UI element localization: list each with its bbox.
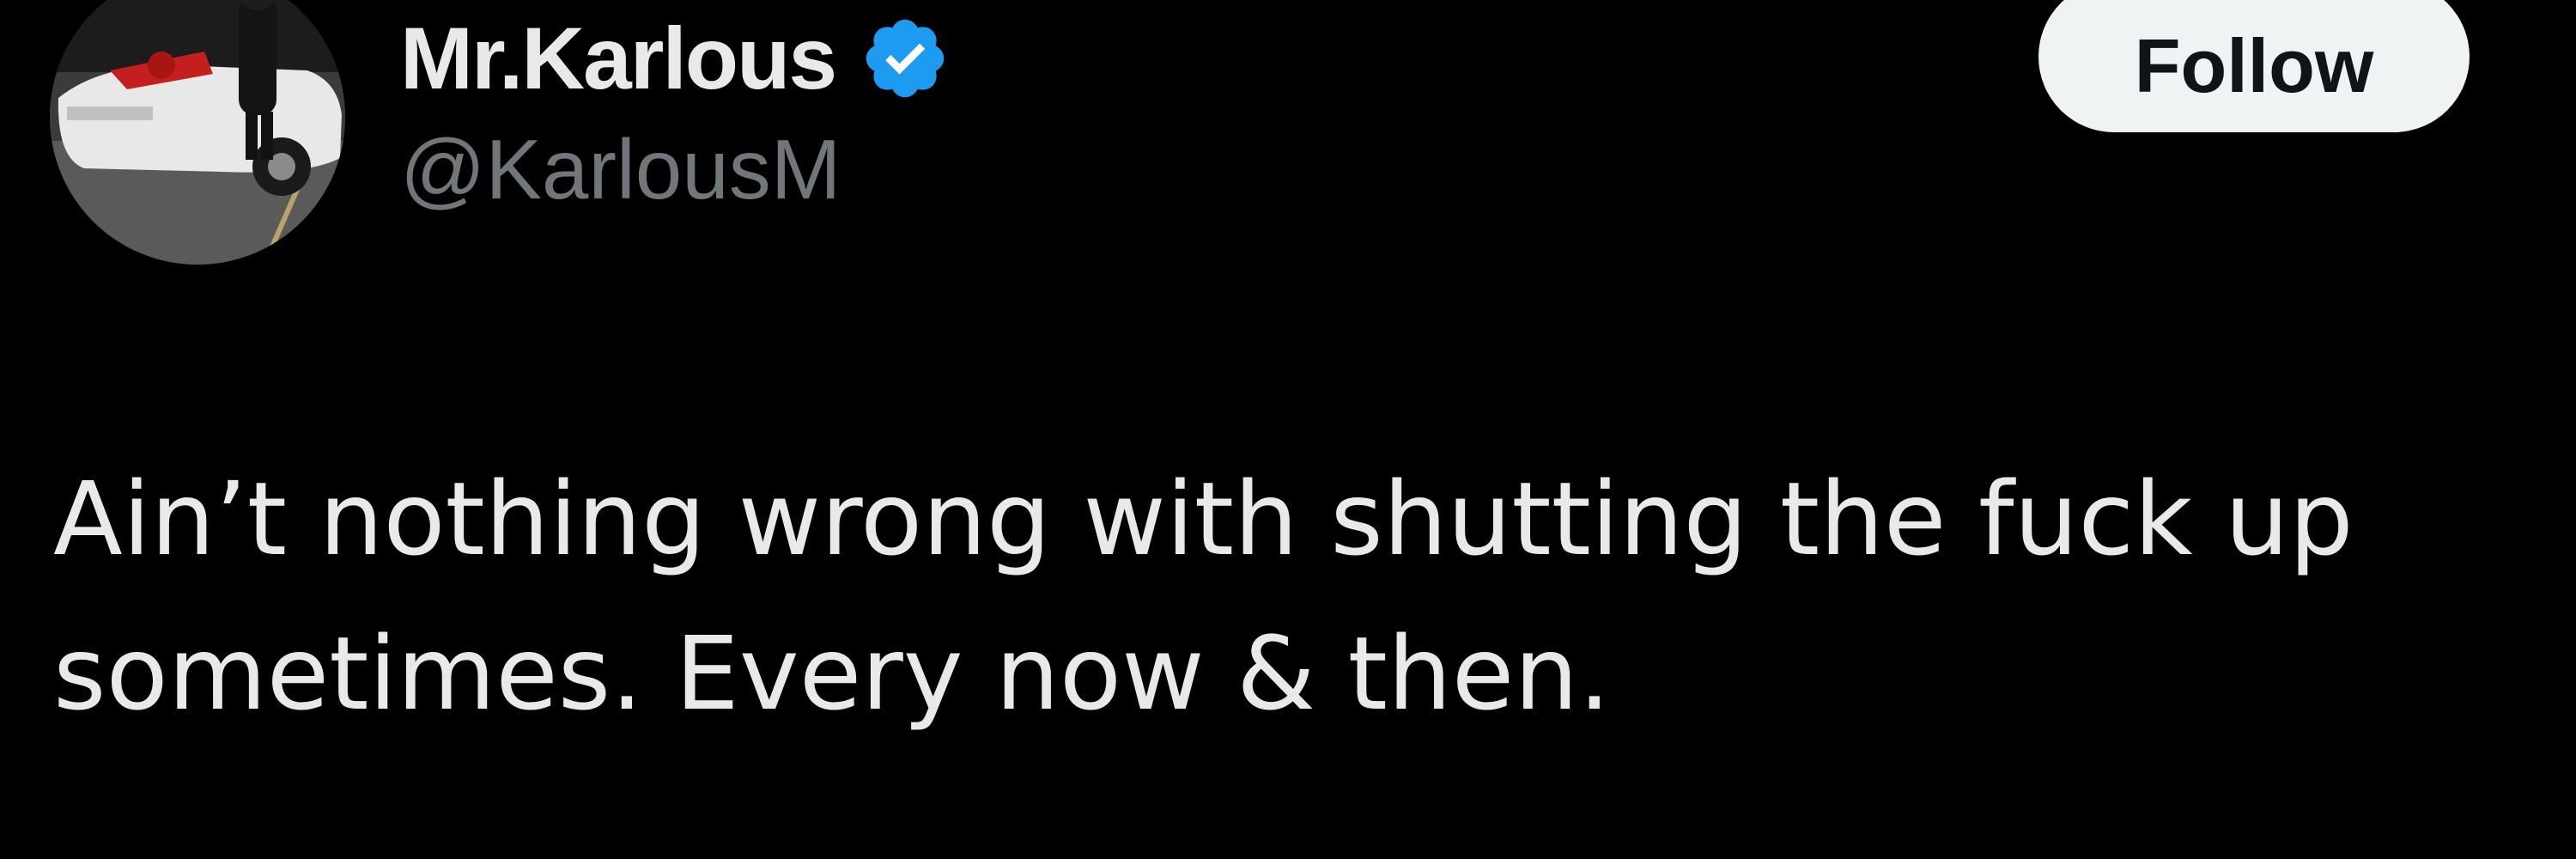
verified-badge-icon[interactable] xyxy=(860,13,951,104)
author-avatar[interactable] xyxy=(50,0,345,265)
follow-button[interactable]: Follow xyxy=(2038,0,2470,132)
author-name-row: Mr.Karlous xyxy=(400,7,951,110)
tweet-text-line: sometimes. Every now & then. xyxy=(53,614,1611,733)
tweet-card: Mr.Karlous @KarlousM Follow Ain’t nothin… xyxy=(0,0,2576,859)
author-handle[interactable]: @KarlousM xyxy=(400,127,841,211)
tweet-text-line: Ain’t nothing wrong with shutting the fu… xyxy=(53,460,2354,578)
author-display-name[interactable]: Mr.Karlous xyxy=(400,15,837,102)
tweet-text: Ain’t nothing wrong with shutting the fu… xyxy=(53,442,2509,751)
avatar-photo-icon xyxy=(50,0,345,265)
